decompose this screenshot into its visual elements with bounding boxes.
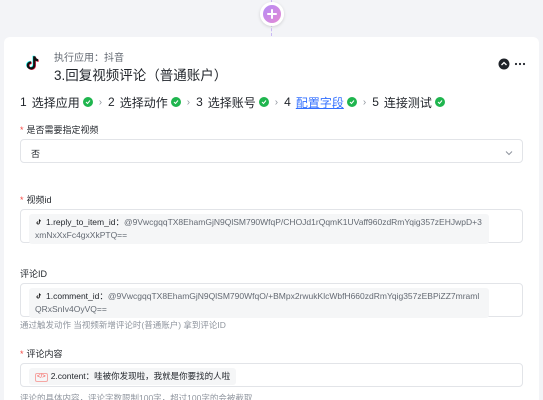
step-select-account[interactable]: 3 选择账号 ›	[196, 94, 284, 111]
check-icon	[170, 97, 181, 107]
comment-content-help: 评论的具体内容，评论字数限制100字，超过100字的会被截取	[20, 393, 253, 400]
action-title: 3.回复视频评论（普通账户）	[54, 68, 228, 83]
video-id-label: * 视频id	[20, 195, 52, 205]
check-icon	[258, 97, 269, 107]
tiktok-logo-icon	[20, 51, 44, 75]
comment-id-token[interactable]: 1.comment_id：@9VwcgqqTX8EhamGjN9QlSM790W…	[29, 288, 489, 318]
check-icon	[346, 97, 357, 107]
step-configure-fields[interactable]: 4 配置字段 ›	[284, 94, 372, 111]
check-icon	[82, 97, 93, 107]
video-id-field[interactable]: 1.reply_to_item_id：@9VwcgqqTX8EhamGjN9Ql…	[20, 209, 523, 244]
chevron-down-icon	[505, 151, 513, 156]
add-step-plus-icon[interactable]	[260, 2, 284, 26]
comment-content-token[interactable]: </> 2.content：哇被你发现啦，我就是你要找的人啦	[29, 368, 237, 385]
step-connection-test[interactable]: 5 连接测试	[372, 94, 445, 111]
execute-app-label: 执行应用：抖音	[54, 53, 124, 64]
more-icon[interactable]	[514, 58, 526, 70]
specify-video-label: * 是否需要指定视频	[20, 125, 99, 135]
step-progress: 1 选择应用 › 2 选择动作 › 3 选择账号 › 4 配置字段 › 5 连接…	[20, 94, 445, 110]
comment-id-help: 通过触发动作 当视频新增评论时(普通账户) 拿到评论ID	[20, 320, 226, 330]
comment-id-label: 评论ID	[20, 269, 48, 279]
comment-content-label: * 评论内容	[20, 349, 63, 359]
tiktok-icon	[36, 219, 41, 225]
comment-id-field[interactable]: 1.comment_id：@9VwcgqqTX8EhamGjN9QlSM790W…	[20, 283, 523, 318]
specify-video-select[interactable]: 否	[20, 139, 523, 163]
tiktok-icon	[36, 293, 41, 299]
code-icon: </>	[35, 373, 48, 382]
step-select-app[interactable]: 1 选择应用 ›	[20, 94, 108, 111]
step-select-action[interactable]: 2 选择动作 ›	[108, 94, 196, 111]
chevron-right-icon: ›	[274, 96, 279, 108]
comment-content-field[interactable]: </> 2.content：哇被你发现啦，我就是你要找的人啦	[20, 363, 523, 387]
check-icon	[434, 97, 445, 107]
card-header: 执行应用：抖音 3.回复视频评论（普通账户）	[4, 37, 539, 89]
chevron-up-circle-icon[interactable]	[498, 58, 510, 70]
chevron-right-icon: ›	[186, 96, 191, 108]
video-id-token[interactable]: 1.reply_to_item_id：@9VwcgqqTX8EhamGjN9Ql…	[29, 214, 489, 244]
action-config-card: 执行应用：抖音 3.回复视频评论（普通账户） 1 选择应用 › 2 选择动作 ›…	[4, 37, 539, 400]
chevron-right-icon: ›	[98, 96, 103, 108]
chevron-right-icon: ›	[362, 96, 367, 108]
